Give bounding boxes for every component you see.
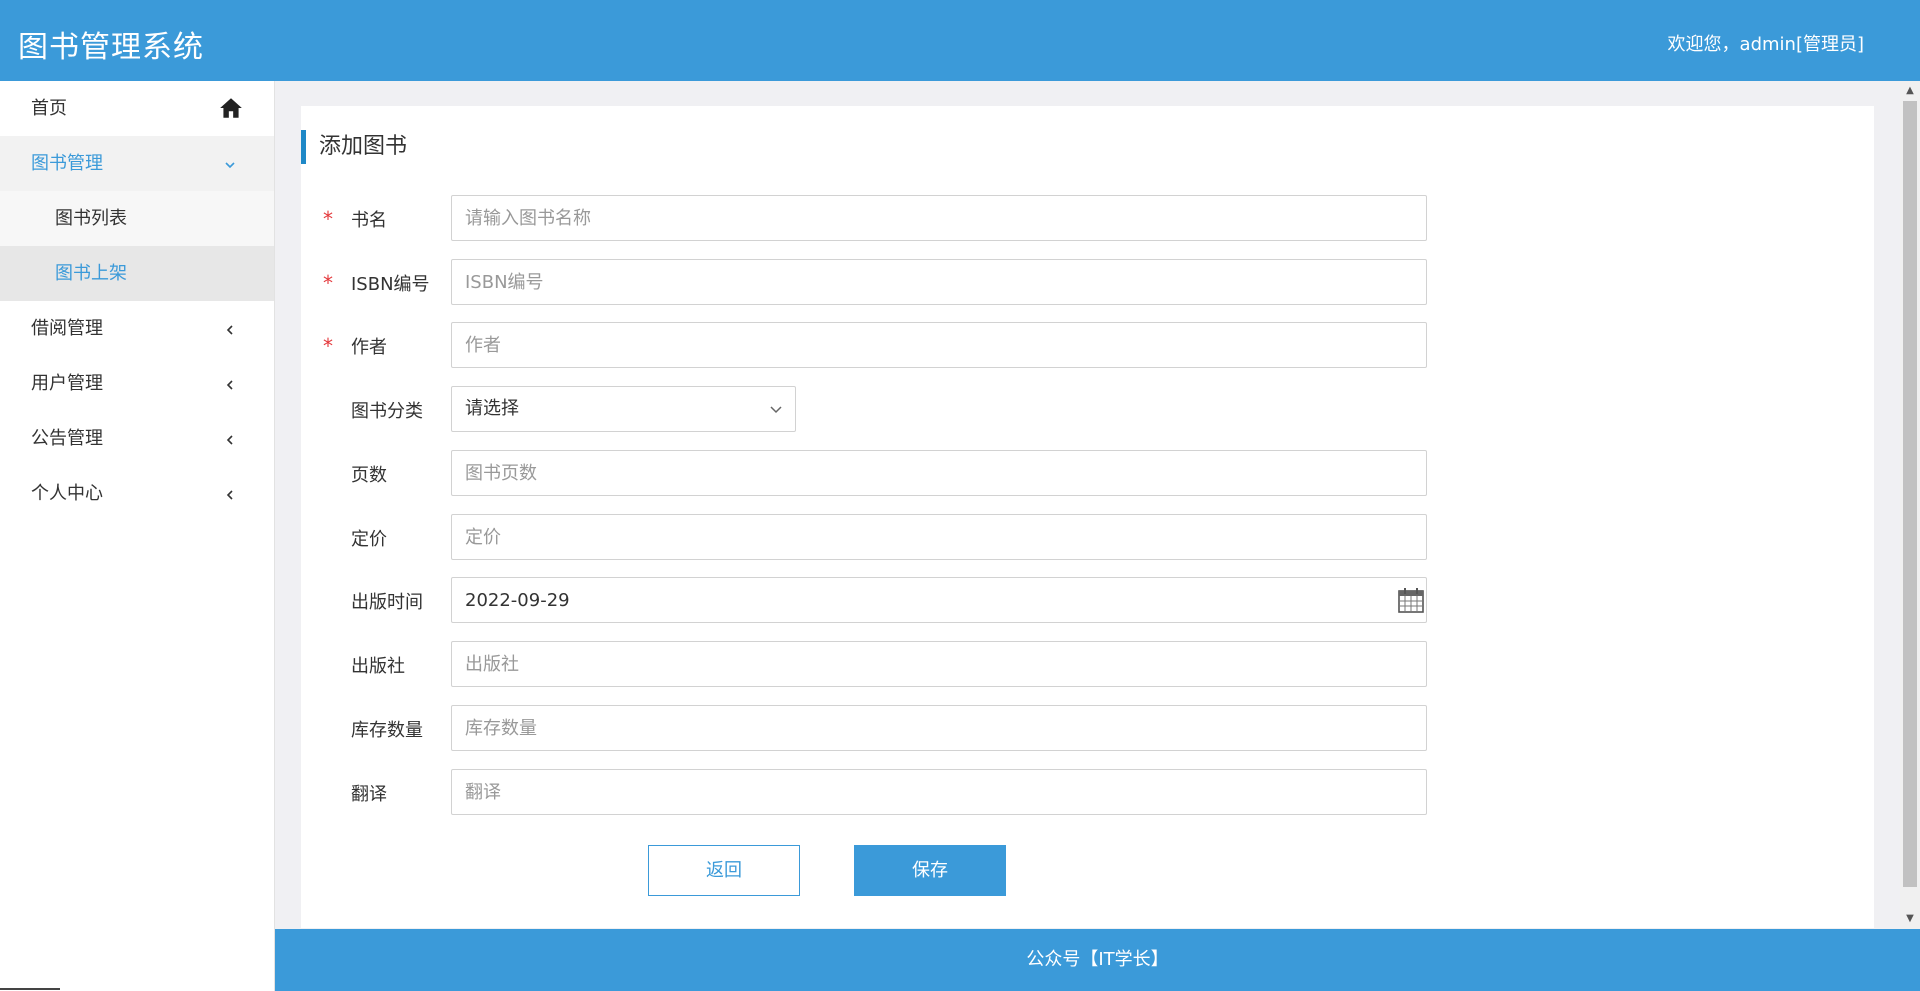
footer: 公众号【IT学长】 (275, 929, 1920, 991)
page-title: 添加图书 (301, 130, 407, 164)
form-row-isbn: * ISBN编号 (301, 259, 1501, 305)
sidebar-item-personal-center[interactable]: 个人中心 (0, 466, 274, 521)
required-mark: * (323, 334, 333, 358)
price-input[interactable] (451, 514, 1427, 560)
form-row-author: * 作者 (301, 322, 1501, 368)
chevron-down-icon (224, 136, 236, 191)
translator-input[interactable] (451, 769, 1427, 815)
field-label: 页数 (351, 465, 387, 486)
book-title-input[interactable] (451, 195, 1427, 241)
required-mark: * (323, 271, 333, 295)
field-label: ISBN编号 (351, 274, 430, 295)
sidebar-item-label: 首页 (31, 98, 67, 119)
calendar-icon[interactable] (1397, 586, 1425, 614)
sidebar-item-label: 个人中心 (31, 483, 103, 504)
sidebar-item-label: 公告管理 (31, 428, 103, 449)
pages-input[interactable] (451, 450, 1427, 496)
publisher-input[interactable] (451, 641, 1427, 687)
form-row-publisher: 出版社 (301, 641, 1501, 687)
isbn-input[interactable] (451, 259, 1427, 305)
form-row-stock: 库存数量 (301, 705, 1501, 751)
scroll-down-arrow-icon[interactable]: ▼ (1900, 909, 1920, 929)
publish-date-input[interactable] (451, 577, 1427, 623)
field-label: 书名 (351, 210, 387, 231)
sidebar-item-book-add[interactable]: 图书上架 (0, 246, 274, 301)
divider (0, 988, 60, 990)
stock-input[interactable] (451, 705, 1427, 751)
chevron-left-icon (224, 356, 236, 411)
sidebar-item-label: 图书上架 (55, 263, 127, 284)
sidebar-item-user-management[interactable]: 用户管理 (0, 356, 274, 411)
field-label: 定价 (351, 529, 387, 550)
chevron-left-icon (224, 411, 236, 466)
save-button[interactable]: 保存 (854, 845, 1006, 896)
category-selected-value: 请选择 (465, 398, 519, 419)
app-title: 图书管理系统 (18, 30, 204, 65)
home-icon (220, 98, 242, 118)
sidebar-item-book-management[interactable]: 图书管理 (0, 136, 274, 191)
form-row-publish-date: 出版时间 (301, 577, 1501, 623)
category-select[interactable]: 请选择 (451, 386, 796, 432)
form-row-price: 定价 (301, 514, 1501, 560)
scroll-up-arrow-icon[interactable]: ▲ (1900, 81, 1920, 101)
sidebar-item-book-list[interactable]: 图书列表 (0, 191, 274, 246)
sidebar-item-home[interactable]: 首页 (0, 81, 274, 136)
author-input[interactable] (451, 322, 1427, 368)
chevron-down-icon (769, 387, 783, 431)
field-label: 出版时间 (351, 592, 423, 613)
add-book-panel: 添加图书 * 书名 * ISBN编号 * 作者 图书分类 请选择 页数 定价 (301, 106, 1874, 928)
chevron-left-icon (224, 301, 236, 356)
field-label: 图书分类 (351, 401, 423, 422)
sidebar-item-label: 用户管理 (31, 373, 103, 394)
sidebar-item-borrow-management[interactable]: 借阅管理 (0, 301, 274, 356)
welcome-user[interactable]: 欢迎您，admin[管理员] (1668, 30, 1864, 56)
sidebar-item-label: 图书列表 (55, 208, 127, 229)
field-label: 作者 (351, 337, 387, 358)
field-label: 出版社 (351, 656, 405, 677)
required-mark: * (323, 207, 333, 231)
chevron-left-icon (224, 466, 236, 521)
form-row-pages: 页数 (301, 450, 1501, 496)
sidebar-item-label: 借阅管理 (31, 318, 103, 339)
sidebar: 首页 图书管理 图书列表 图书上架 借阅管理 用户管理 公告管理 个人中心 (0, 81, 275, 991)
form-row-title: * 书名 (301, 195, 1501, 241)
scrollbar[interactable]: ▲ ▼ (1900, 81, 1920, 929)
sidebar-item-notice-management[interactable]: 公告管理 (0, 411, 274, 466)
sidebar-item-label: 图书管理 (31, 153, 103, 174)
top-header: 图书管理系统 欢迎您，admin[管理员] (0, 0, 1920, 81)
field-label: 翻译 (351, 784, 387, 805)
scrollbar-thumb[interactable] (1903, 101, 1917, 887)
back-button[interactable]: 返回 (648, 845, 800, 896)
form-row-category: 图书分类 请选择 (301, 386, 1501, 432)
field-label: 库存数量 (351, 720, 423, 741)
form-row-translator: 翻译 (301, 769, 1501, 815)
